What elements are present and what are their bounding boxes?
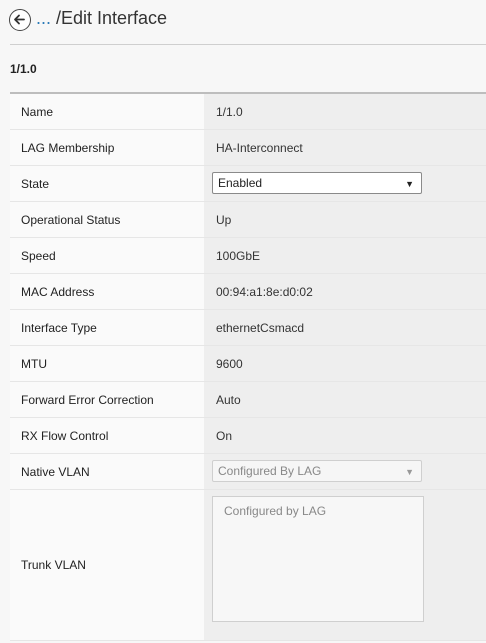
table-row: MTU 9600 xyxy=(10,346,486,382)
row-value: HA-Interconnect xyxy=(204,130,486,165)
section-title: 1/1.0 xyxy=(10,62,37,76)
back-button[interactable] xyxy=(9,9,31,31)
row-label: State xyxy=(10,166,204,201)
triangle-down-icon: ▼ xyxy=(405,179,414,189)
row-label: Name xyxy=(10,94,204,129)
row-label: Native VLAN xyxy=(10,454,204,489)
row-value: 1/1.0 xyxy=(204,94,486,129)
state-select[interactable]: Enabled ▼ xyxy=(212,172,422,194)
row-label: Speed xyxy=(10,238,204,273)
row-value: 9600 xyxy=(204,346,486,381)
native-vlan-select-value: Configured By LAG xyxy=(218,464,322,478)
table-row: MAC Address 00:94:a1:8e:d0:02 xyxy=(10,274,486,310)
row-value: On xyxy=(204,418,486,453)
table-row: Trunk VLAN Configured by LAG xyxy=(10,490,486,641)
row-value-cell: Configured by LAG xyxy=(204,490,486,640)
breadcrumb-parent-link[interactable]: ... xyxy=(36,8,51,29)
interface-properties-table: Name 1/1.0 LAG Membership HA-Interconnec… xyxy=(10,92,486,641)
row-label: MAC Address xyxy=(10,274,204,309)
table-row: Interface Type ethernetCsmacd xyxy=(10,310,486,346)
row-label: Trunk VLAN xyxy=(10,490,204,640)
table-row: Forward Error Correction Auto xyxy=(10,382,486,418)
header-divider xyxy=(10,44,486,45)
arrow-left-icon xyxy=(14,14,25,25)
triangle-down-icon: ▼ xyxy=(405,467,414,477)
trunk-vlan-textarea: Configured by LAG xyxy=(212,496,424,622)
table-row: RX Flow Control On xyxy=(10,418,486,454)
table-row: State Enabled ▼ xyxy=(10,166,486,202)
row-label: RX Flow Control xyxy=(10,418,204,453)
row-label: Forward Error Correction xyxy=(10,382,204,417)
page-title: /Edit Interface xyxy=(56,8,168,28)
row-value-cell: Configured By LAG ▼ xyxy=(204,454,486,489)
table-row: Name 1/1.0 xyxy=(10,94,486,130)
row-value: ethernetCsmacd xyxy=(204,310,486,345)
row-label: MTU xyxy=(10,346,204,381)
table-row: Operational Status Up xyxy=(10,202,486,238)
row-value: Auto xyxy=(204,382,486,417)
row-label: Operational Status xyxy=(10,202,204,237)
table-row: LAG Membership HA-Interconnect xyxy=(10,130,486,166)
row-value: 100GbE xyxy=(204,238,486,273)
row-value-cell: Enabled ▼ xyxy=(204,166,486,201)
native-vlan-select: Configured By LAG ▼ xyxy=(212,460,422,482)
row-value: 00:94:a1:8e:d0:02 xyxy=(204,274,486,309)
state-select-value: Enabled xyxy=(218,176,263,190)
row-value: Up xyxy=(204,202,486,237)
table-row: Speed 100GbE xyxy=(10,238,486,274)
table-row: Native VLAN Configured By LAG ▼ xyxy=(10,454,486,490)
row-label: Interface Type xyxy=(10,310,204,345)
row-label: LAG Membership xyxy=(10,130,204,165)
page-header: ... /Edit Interface xyxy=(0,0,486,45)
